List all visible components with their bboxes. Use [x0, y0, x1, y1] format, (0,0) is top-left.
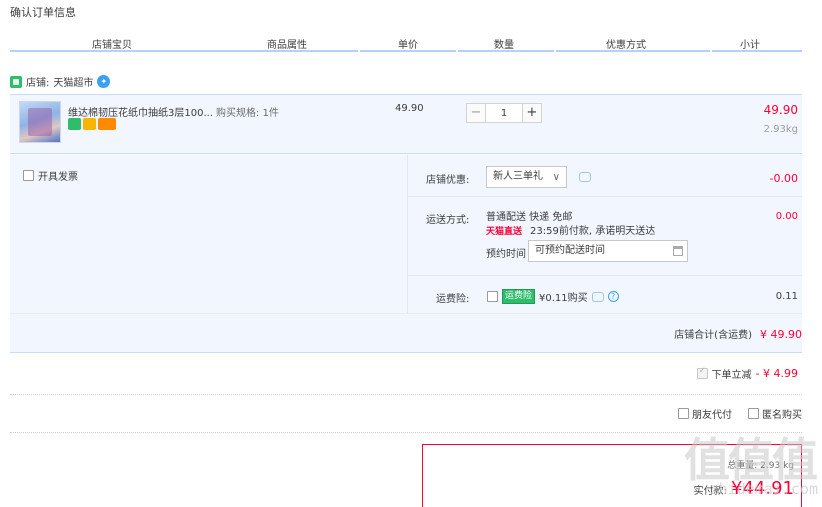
instant-reduce: 下单立减 - ¥ 4.99 [696, 366, 798, 381]
invoice-label: 开具发票 [38, 172, 78, 183]
appointment-label: 预约时间 [486, 249, 526, 260]
shop-line: 店铺: 天猫超市 ✦ [10, 74, 111, 89]
invoice-checkbox[interactable] [23, 170, 34, 181]
service-badges [68, 118, 116, 130]
shop-total: 店铺合计(含运费) ¥ 49.90 [674, 326, 802, 341]
anonymous-checkbox[interactable] [748, 408, 759, 419]
product-thumbnail[interactable] [19, 101, 61, 143]
shipping-method: 普通配送 快递 免邮 [486, 212, 573, 223]
friend-pay-option[interactable]: 朋友代付 [678, 406, 732, 421]
instant-reduce-value: - ¥ 4.99 [755, 367, 798, 380]
chat-icon[interactable]: ✦ [97, 75, 111, 88]
column-discount: 优惠方式 [606, 40, 646, 51]
column-header: 店铺宝贝 商品属性 单价 数量 优惠方式 小计 [10, 34, 802, 52]
product-sku: 购买规格: 1件 [216, 108, 279, 119]
appointment-time-input[interactable]: 可预约配送时间 [528, 240, 688, 262]
page-title: 确认订单信息 [10, 6, 76, 19]
appointment-placeholder: 可预约配送时间 [535, 245, 605, 256]
chevron-down-icon: ∨ [552, 172, 560, 183]
instant-reduce-label: 下单立减 [711, 370, 752, 381]
column-shop-item: 店铺宝贝 [92, 40, 132, 51]
message-icon[interactable] [591, 291, 604, 302]
shop-name[interactable]: 天猫超市 [53, 74, 93, 89]
friend-pay-checkbox[interactable] [678, 408, 689, 419]
seven-day-return-icon [68, 118, 81, 130]
insurance-label: 运费险: [436, 294, 470, 305]
help-icon[interactable]: ? [607, 291, 619, 302]
payment-options: 朋友代付 匿名购买 [678, 406, 802, 421]
anonymous-option[interactable]: 匿名购买 [748, 406, 802, 421]
tmall-direct-tag: 天猫直送 [486, 227, 523, 237]
insurance-checkbox[interactable] [487, 291, 498, 302]
insurance-option[interactable]: 运费险 ¥0.11购买 ? [487, 289, 619, 304]
item-subtotal: 49.90 [763, 103, 798, 117]
column-unit-price: 单价 [398, 40, 418, 51]
shop-discount-value: -0.00 [769, 172, 798, 185]
shop-icon [10, 75, 22, 88]
quantity-input[interactable] [486, 103, 522, 123]
unit-price: 49.90 [395, 103, 424, 114]
shop-total-value: ¥ 49.90 [760, 328, 802, 341]
column-subtotal: 小计 [740, 40, 760, 51]
quantity-stepper: − + [466, 103, 542, 123]
item-weight: 2.93kg [763, 124, 798, 135]
insurance-price: ¥0.11购买 [539, 293, 588, 304]
shop-total-label: 店铺合计(含运费) [674, 330, 752, 341]
shop-discount-select[interactable]: 新人三单礼 ∨ [486, 166, 567, 188]
shipping-label: 运送方式: [426, 215, 470, 226]
column-attributes: 商品属性 [267, 40, 307, 51]
calendar-icon[interactable] [673, 246, 683, 256]
watermark-url: zhidemai.com [709, 480, 818, 498]
invoice-option[interactable]: 开具发票 [23, 168, 78, 183]
anonymous-label: 匿名购买 [762, 410, 802, 421]
shop-label: 店铺: [26, 78, 50, 89]
delivery-promise: 23:59前付款, 承诺明天送达 [530, 226, 656, 237]
shipping-value: 0.00 [775, 211, 798, 222]
shop-discount-selected: 新人三单礼 [493, 171, 543, 182]
shipping-info: 普通配送 快递 免邮 天猫直送 23:59前付款, 承诺明天送达 [486, 211, 655, 239]
instant-reduce-checkbox[interactable] [696, 366, 708, 379]
insurance-value: 0.11 [775, 291, 798, 302]
message-icon[interactable] [579, 172, 591, 182]
friend-pay-label: 朋友代付 [692, 410, 732, 421]
guarantee-icon [83, 118, 96, 130]
card-payment-icon [98, 118, 116, 130]
column-quantity: 数量 [494, 40, 514, 51]
product-name[interactable]: 维达棉韧压花纸巾抽纸3层100... [68, 104, 213, 119]
quantity-minus-button[interactable]: − [466, 103, 486, 123]
shop-discount-label: 店铺优惠: [426, 175, 470, 186]
quantity-plus-button[interactable]: + [522, 103, 542, 123]
insurance-badge: 运费险 [502, 289, 536, 304]
